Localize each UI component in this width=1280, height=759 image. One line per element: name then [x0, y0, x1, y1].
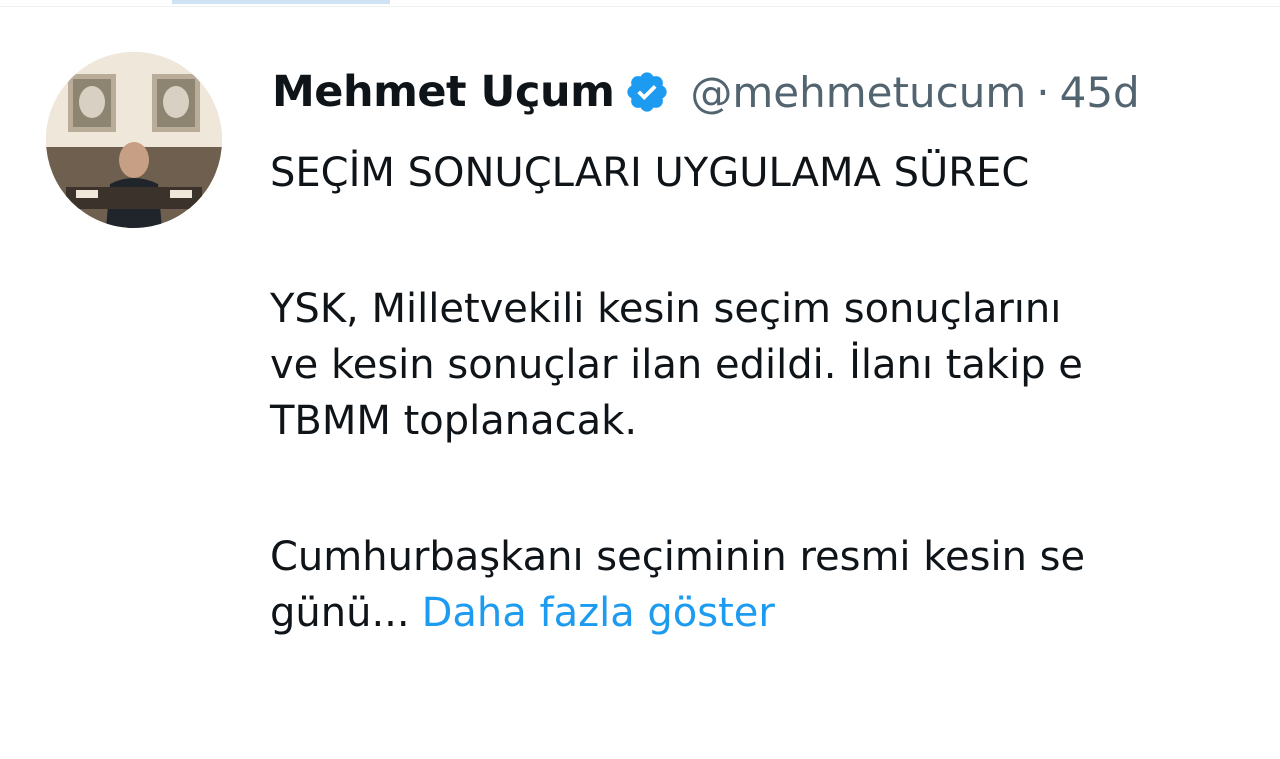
- verified-badge-icon: [624, 69, 670, 115]
- tweet-card: Mehmet Uçum @mehmetucum · 45d SEÇİM SONU…: [0, 0, 1280, 759]
- top-tab-indicator: [172, 0, 390, 4]
- tweet-line: Cumhurbaşkanı seçiminin resmi kesin se: [270, 534, 1086, 580]
- tweet-line: YSK, Milletvekili kesin seçim sonuçların…: [270, 286, 1062, 332]
- avatar[interactable]: [46, 52, 222, 228]
- tweet-line: ve kesin sonuçlar ilan edildi. İlanı tak…: [270, 342, 1083, 388]
- tweet-timestamp[interactable]: 45d: [1060, 68, 1140, 117]
- tweet-header: Mehmet Uçum @mehmetucum · 45d: [272, 62, 1140, 122]
- author-handle[interactable]: @mehmetucum: [690, 68, 1026, 117]
- tweet-line: TBMM toplanacak.: [270, 398, 638, 444]
- show-more-link[interactable]: Daha fazla göster: [422, 590, 775, 636]
- tweet-truncated-text: günü...: [270, 590, 410, 636]
- author-name[interactable]: Mehmet Uçum: [272, 67, 615, 117]
- tweet-headline: SEÇİM SONUÇLARI UYGULAMA SÜREC: [270, 150, 1030, 196]
- separator-dot: ·: [1036, 67, 1050, 117]
- avatar-photo: [46, 52, 222, 228]
- divider: [0, 6, 1280, 7]
- tweet-body: SEÇİM SONUÇLARI UYGULAMA SÜREC YSK, Mill…: [270, 145, 1280, 641]
- tweet-line-last: günü... Daha fazla göster: [270, 585, 1280, 641]
